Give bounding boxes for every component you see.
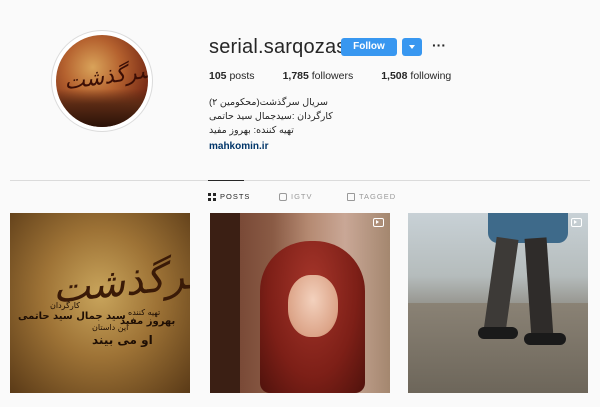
profile-stats: 105 posts 1,785 followers 1,508 followin… [209, 70, 479, 82]
avatar[interactable]: سرگذشت [56, 35, 148, 127]
post-thumbnail[interactable]: سرگذشت تهیه کننده بهروز مفید کارگردان سی… [10, 213, 190, 393]
followers-stat[interactable]: 1,785 followers [283, 70, 354, 82]
video-icon [373, 218, 384, 227]
bio-line: سریال سرگذشت(محکومین ۲) [209, 97, 328, 108]
tab-posts[interactable]: POSTS [208, 192, 250, 201]
poster-credit: سید جمال سید حاتمی [18, 311, 126, 322]
more-horizontal-icon[interactable]: ··· [432, 37, 446, 53]
tab-label: TAGGED [359, 192, 397, 201]
suggestions-dropdown-button[interactable] [402, 38, 422, 56]
tv-icon [279, 192, 287, 201]
grid-icon [208, 192, 216, 201]
person-shoe [524, 333, 566, 345]
poster-credit: این داستان [92, 323, 129, 332]
bio-line: تهیه کننده: بهروز مفید [209, 125, 294, 136]
tag-icon [347, 192, 355, 201]
bio-line: کارگردان :سیدجمال سید حاتمی [209, 111, 333, 122]
person-shoe [478, 327, 518, 339]
active-tab-indicator [208, 180, 244, 181]
following-count: 1,508 [381, 70, 408, 82]
background-door [210, 213, 240, 393]
chevron-down-icon [409, 45, 415, 49]
followers-count: 1,785 [282, 70, 309, 82]
person-face [288, 275, 338, 337]
tab-label: POSTS [220, 192, 251, 201]
posts-stat: 105 posts [209, 70, 255, 82]
video-icon [571, 218, 582, 227]
post-thumbnail[interactable] [408, 213, 588, 393]
bio-link[interactable]: mahkomin.ir [209, 140, 429, 154]
post-thumbnail[interactable] [210, 213, 390, 393]
posts-count: 105 [209, 70, 227, 82]
bio: سریال سرگذشت(محکومین ۲) کارگردان :سیدجما… [209, 96, 429, 154]
tab-igtv[interactable]: IGTV [279, 192, 313, 201]
posts-label: posts [229, 70, 255, 82]
tabs-divider [10, 180, 590, 181]
following-stat[interactable]: 1,508 following [381, 70, 451, 82]
following-label: following [410, 70, 452, 82]
poster-tagline: او می بیند [92, 333, 153, 347]
follow-button[interactable]: Follow [341, 38, 397, 56]
tab-tagged[interactable]: TAGGED [347, 192, 396, 201]
tab-label: IGTV [291, 192, 313, 201]
followers-label: followers [311, 70, 354, 82]
poster-credit: کارگردان [50, 301, 80, 310]
